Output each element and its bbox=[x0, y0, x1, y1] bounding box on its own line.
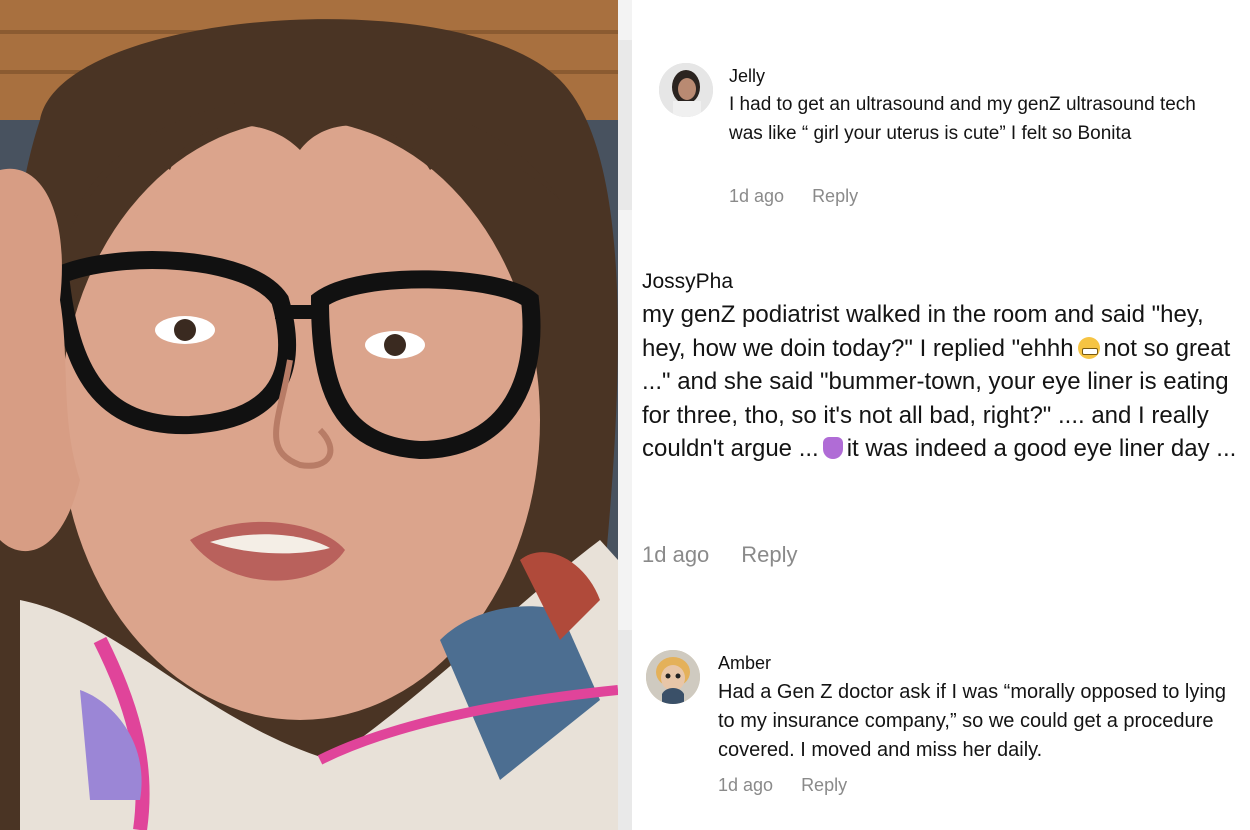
comment-text: I had to get an ultrasound and my genZ u… bbox=[729, 94, 1196, 144]
reply-button[interactable]: Reply bbox=[812, 186, 858, 207]
divider-segment bbox=[618, 40, 632, 210]
comment-text: Had a Gen Z doctor ask if I was “morally… bbox=[718, 681, 1227, 761]
avatar-image bbox=[646, 650, 700, 704]
comment-username[interactable]: Amber bbox=[718, 653, 771, 674]
comment-username[interactable]: JossyPha bbox=[642, 270, 733, 294]
video-photo bbox=[0, 0, 618, 830]
comment-meta: 1d ago Reply bbox=[729, 186, 858, 207]
avatar[interactable] bbox=[646, 650, 700, 704]
comment-username[interactable]: Jelly bbox=[729, 66, 765, 87]
person-shrugging-emoji-icon bbox=[822, 437, 843, 459]
avatar[interactable] bbox=[659, 63, 713, 117]
comment-time: 1d ago bbox=[718, 775, 774, 795]
reply-button[interactable]: Reply bbox=[801, 775, 847, 796]
comment-time: 1d ago bbox=[642, 542, 710, 567]
grimacing-face-emoji-icon bbox=[1077, 336, 1100, 359]
person-photo-illustration bbox=[0, 0, 618, 830]
comment-text-part: it was indeed a good eye liner day ... bbox=[846, 435, 1237, 462]
comment-time: 1d ago bbox=[729, 186, 785, 206]
reply-button[interactable]: Reply bbox=[741, 542, 797, 568]
comment-meta: 1d ago Reply bbox=[718, 775, 847, 796]
comment-meta: 1d ago Reply bbox=[642, 542, 798, 568]
comment-text: my genZ podiatrist walked in the room an… bbox=[642, 298, 1237, 466]
divider-segment bbox=[618, 630, 632, 830]
avatar-image bbox=[659, 63, 713, 117]
comments-panel: Jelly I had to get an ultrasound and my … bbox=[632, 0, 1250, 830]
panel-divider bbox=[618, 0, 632, 830]
